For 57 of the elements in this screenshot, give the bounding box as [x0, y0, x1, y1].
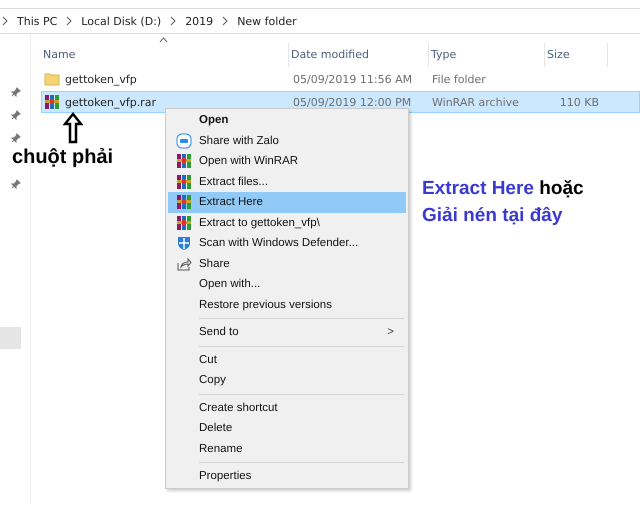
breadcrumb-item[interactable]: 2019 [185, 14, 214, 28]
file-row[interactable]: gettoken_vfp 05/09/2019 11:56 AM File folder [41, 68, 640, 90]
menu-item[interactable]: Open [168, 110, 406, 130]
shield-icon [176, 235, 192, 252]
menu-item[interactable]: Extract to gettoken_vfp\ [168, 212, 406, 233]
menu-item[interactable]: Restore previous versions [168, 294, 406, 315]
chevron-icon [2, 16, 8, 26]
type-cell-text: File folder [431, 72, 487, 86]
file-name: gettoken_vfp [65, 72, 137, 86]
chat-app-icon [176, 132, 192, 149]
menu-item[interactable]: Properties [168, 466, 406, 486]
menu-item[interactable]: Send to > [168, 322, 406, 342]
chevron-icon [66, 16, 72, 26]
menu-item[interactable]: Extract Here [168, 192, 406, 212]
menu-item[interactable]: Extract files... [168, 172, 406, 192]
annotation-text: hoặc [539, 178, 584, 199]
annotation-text: chuột phải [12, 146, 114, 169]
share-icon [176, 256, 192, 272]
menu-item[interactable]: Delete [168, 418, 406, 438]
date-cell-text: 05/09/2019 11:56 AM [292, 72, 414, 86]
column-header[interactable]: Name [41, 43, 289, 67]
menu-item[interactable]: Copy [168, 370, 406, 390]
menu-item[interactable]: Scan with Windows Defender... [168, 233, 406, 254]
books-icon [176, 194, 192, 210]
up-arrow-icon [63, 112, 83, 144]
folder-icon [44, 72, 60, 86]
books-icon [176, 214, 192, 231]
column-header[interactable]: Type [429, 43, 545, 67]
annotation-text: Giải nén tại đây [422, 205, 562, 226]
breadcrumb-item[interactable]: This PC [17, 14, 58, 28]
menu-item[interactable]: Share [168, 254, 406, 274]
file-name: gettoken_vfp.rar [65, 96, 156, 108]
file-row[interactable]: gettoken_vfp.rar 05/09/2019 12:00 PM WinRAR archive 110 KB [41, 91, 640, 113]
books-icon [176, 153, 192, 170]
nav-item-highlight [0, 327, 21, 349]
menu-item[interactable]: Open with WinRAR [168, 151, 406, 172]
menu-item[interactable]: Cut [168, 350, 406, 370]
menu-item[interactable]: Create shortcut [168, 398, 406, 418]
menu-item[interactable]: Open with... [168, 274, 406, 294]
breadcrumb-item[interactable]: Local Disk (D:) [81, 14, 162, 28]
date-cell-text: 05/09/2019 12:00 PM [292, 96, 412, 108]
menu-item[interactable]: Share with Zalo [168, 130, 406, 151]
menu-item[interactable]: Rename [168, 438, 406, 459]
size-cell: 110 KB [560, 96, 599, 108]
pin-icon[interactable] [11, 87, 21, 97]
chevron-icon [170, 16, 176, 26]
books-icon [176, 174, 192, 190]
type-cell-text: WinRAR archive [431, 96, 520, 108]
pin-icon[interactable] [11, 110, 21, 120]
column-header[interactable]: Size [545, 43, 608, 67]
books-icon [44, 94, 60, 110]
chevron-icon [222, 16, 228, 26]
pin-icon[interactable] [11, 179, 21, 189]
column-header[interactable]: Date modified [289, 43, 429, 67]
pin-icon[interactable] [11, 133, 21, 143]
breadcrumb-item[interactable]: New folder [237, 14, 297, 28]
annotation-text: Extract Here [422, 178, 534, 199]
